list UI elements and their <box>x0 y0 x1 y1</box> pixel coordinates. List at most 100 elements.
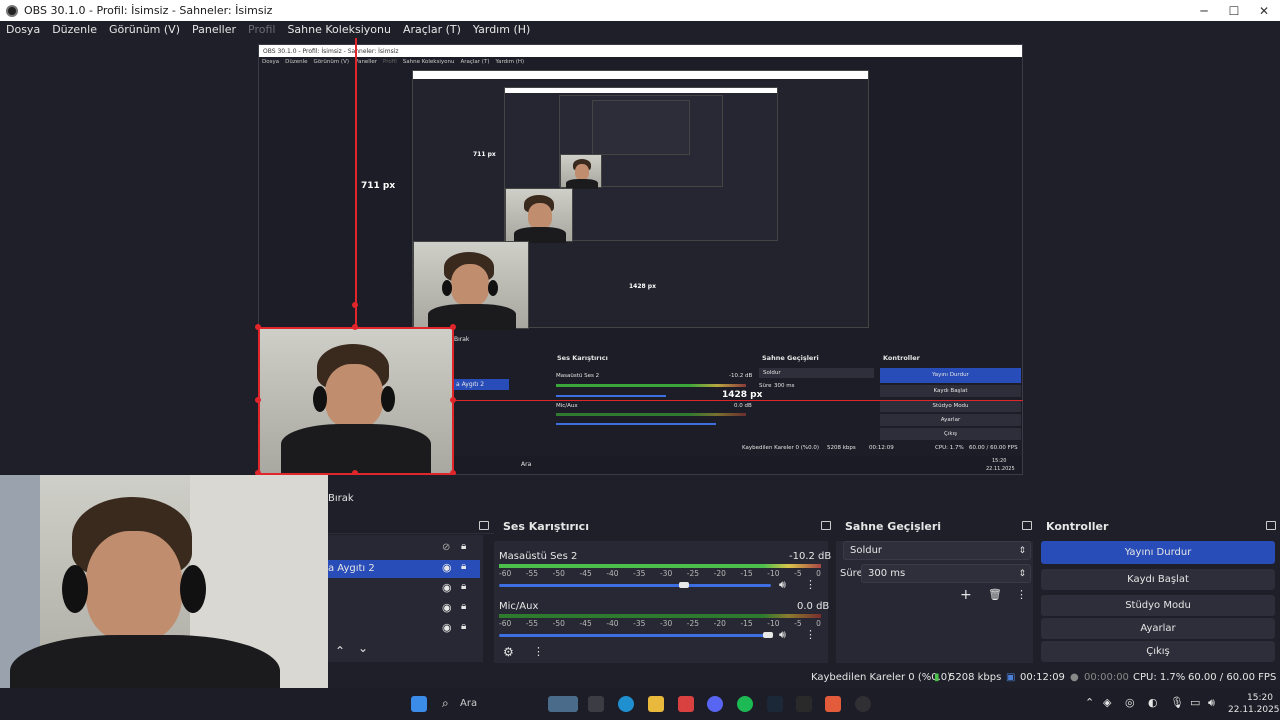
inner-meter <box>556 384 746 387</box>
lock-icon[interactable]: 🔒︎ <box>461 561 466 572</box>
lock-icon[interactable]: 🔒︎ <box>461 601 466 612</box>
tray-app-icon[interactable]: ◐ <box>1148 696 1158 709</box>
source-row-selected[interactable]: a Aygıtı 2 ◉ 🔒︎ <box>328 560 480 578</box>
bitrate: 5208 kbps <box>949 672 1002 683</box>
menu-yardim[interactable]: Yardım (H) <box>473 23 530 36</box>
dock-float-icon[interactable] <box>479 521 489 530</box>
menu-sahne-koleksiyonu[interactable]: Sahne Koleksiyonu <box>287 23 391 36</box>
start-recording-button[interactable]: Kaydı Başlat <box>1041 569 1275 590</box>
record-icon: ● <box>1070 672 1079 683</box>
volume-slider-handle[interactable] <box>678 582 689 588</box>
settings-button[interactable]: Ayarlar <box>1041 618 1275 639</box>
close-button[interactable]: ✕ <box>1248 0 1280 21</box>
tray-app-icon[interactable]: ◎ <box>1125 696 1135 709</box>
inner-taskbar-search: Ara <box>521 461 532 468</box>
inner-fps: 60.00 / 60.00 FPS <box>969 445 1018 451</box>
guide-line-vertical <box>355 38 357 328</box>
lock-icon[interactable]: 🔒︎ <box>461 621 466 632</box>
network-icon[interactable]: ▭ <box>1190 696 1200 709</box>
dock-float-icon[interactable] <box>1022 521 1032 530</box>
resize-handle[interactable] <box>255 324 261 330</box>
menu-duzenle[interactable]: Düzenle <box>52 23 97 36</box>
volume-slider-track[interactable] <box>499 634 771 637</box>
resize-handle[interactable] <box>450 397 456 403</box>
guide-1428px-label: 1428 px <box>722 390 763 400</box>
resize-handle[interactable] <box>450 324 456 330</box>
source-row[interactable]: ◉ 🔒︎ <box>328 620 480 638</box>
discord-icon[interactable] <box>707 696 723 712</box>
app-icon[interactable] <box>825 696 841 712</box>
volume-slider-track[interactable] <box>499 584 771 587</box>
source-row[interactable]: ◉ 🔒︎ <box>328 600 480 618</box>
add-icon[interactable]: + <box>960 587 972 603</box>
duration-spinbox[interactable]: 300 ms ⇕ <box>861 564 1031 583</box>
file-explorer-icon[interactable] <box>648 696 664 712</box>
tray-app-icon[interactable]: ◈ <box>1103 696 1111 709</box>
resize-handle[interactable] <box>352 324 358 330</box>
epic-games-icon[interactable] <box>796 696 812 712</box>
trash-icon[interactable]: 🗑︎ <box>988 588 1002 601</box>
dock-float-icon[interactable] <box>821 521 831 530</box>
lock-icon[interactable]: 🔒︎ <box>461 581 466 592</box>
preview-webcam-source[interactable] <box>259 328 453 474</box>
spin-arrows-icon[interactable]: ⇕ <box>1018 569 1026 579</box>
maximize-button[interactable]: ☐ <box>1218 0 1250 21</box>
speaker-icon[interactable]: 🔊︎ <box>779 628 786 642</box>
move-down-icon[interactable]: ⌄ <box>358 641 368 655</box>
steam-icon[interactable] <box>767 696 783 712</box>
menu-dosya[interactable]: Dosya <box>6 23 40 36</box>
eye-icon[interactable]: ◉ <box>442 601 452 614</box>
eye-icon[interactable]: ◉ <box>442 561 452 574</box>
move-up-icon[interactable]: ⌃ <box>335 644 345 658</box>
mixer-menu-icon[interactable]: ⋮ <box>533 645 544 658</box>
resize-handle[interactable] <box>255 397 261 403</box>
tray-chevron-icon[interactable]: ⌃ <box>1085 696 1094 709</box>
mixer-meter <box>499 564 821 568</box>
more-options-icon[interactable]: ⋮ <box>805 628 816 641</box>
speaker-icon[interactable]: 🔊︎ <box>779 578 786 592</box>
taskbar-search[interactable]: Ara <box>460 698 477 709</box>
eye-icon[interactable]: ◉ <box>442 621 452 634</box>
stop-streaming-button[interactable]: Yayını Durdur <box>1041 541 1275 564</box>
volume-icon[interactable]: 🔊︎ <box>1208 696 1215 710</box>
obs-taskbar-icon[interactable] <box>855 696 871 712</box>
inner-title-bar: OBS 30.1.0 - Profil: İsimsiz - Sahneler:… <box>259 45 1022 57</box>
more-options-icon[interactable]: ⋮ <box>805 578 816 591</box>
mixer-channel-name: Mic/Aux <box>499 601 539 612</box>
clock-date[interactable]: 22.11.2025 <box>1228 705 1280 715</box>
spotify-icon[interactable] <box>737 696 753 712</box>
microphone-icon[interactable]: 🎙︎ <box>1170 696 1184 709</box>
inner-desktop-db: -10.2 dB <box>729 373 753 379</box>
widget-icon[interactable] <box>548 696 578 712</box>
clock-time[interactable]: 15:20 <box>1247 693 1273 703</box>
transition-menu-icon[interactable]: ⋮ <box>1016 588 1027 601</box>
dock-float-icon[interactable] <box>1266 521 1276 530</box>
inner-selected-source: a Aygıtı 2 <box>454 379 509 390</box>
menu-paneller[interactable]: Paneller <box>192 23 236 36</box>
eye-icon[interactable]: ◉ <box>442 581 452 594</box>
yandex-icon[interactable] <box>678 696 694 712</box>
audio-settings-icon[interactable]: ⚙ <box>503 645 514 659</box>
edge-icon[interactable] <box>618 696 634 712</box>
transition-type-select[interactable]: Soldur ⇕ <box>843 541 1031 560</box>
minimize-button[interactable]: ─ <box>1188 0 1220 21</box>
task-view-icon[interactable] <box>588 696 604 712</box>
inner-meter <box>556 413 746 416</box>
exit-button[interactable]: Çıkış <box>1041 641 1275 662</box>
inner-transitions-title: Sahne Geçişleri <box>762 354 819 362</box>
windows-start-icon[interactable] <box>411 696 427 712</box>
source-row[interactable]: ⊘ 🔒︎ <box>328 540 480 558</box>
search-icon[interactable]: ⌕ <box>442 696 449 711</box>
hidden-eye-icon[interactable]: ⊘ <box>442 542 450 553</box>
volume-slider-handle[interactable] <box>763 632 773 638</box>
inner-menu-item: Sahne Koleksiyonu <box>402 59 455 65</box>
lock-icon[interactable]: 🔒︎ <box>461 541 466 552</box>
source-row[interactable]: ◉ 🔒︎ <box>328 580 480 598</box>
menu-araclar[interactable]: Araçlar (T) <box>403 23 461 36</box>
menu-profil[interactable]: Profil <box>248 23 275 36</box>
inner-menu-item: Profil <box>383 59 397 65</box>
menu-gorunum[interactable]: Görünüm (V) <box>109 23 180 36</box>
inner-start-rec: Kaydı Başlat <box>880 385 1021 397</box>
studio-mode-button[interactable]: Stüdyo Modu <box>1041 595 1275 616</box>
transitions-title: Sahne Geçişleri <box>845 520 942 533</box>
